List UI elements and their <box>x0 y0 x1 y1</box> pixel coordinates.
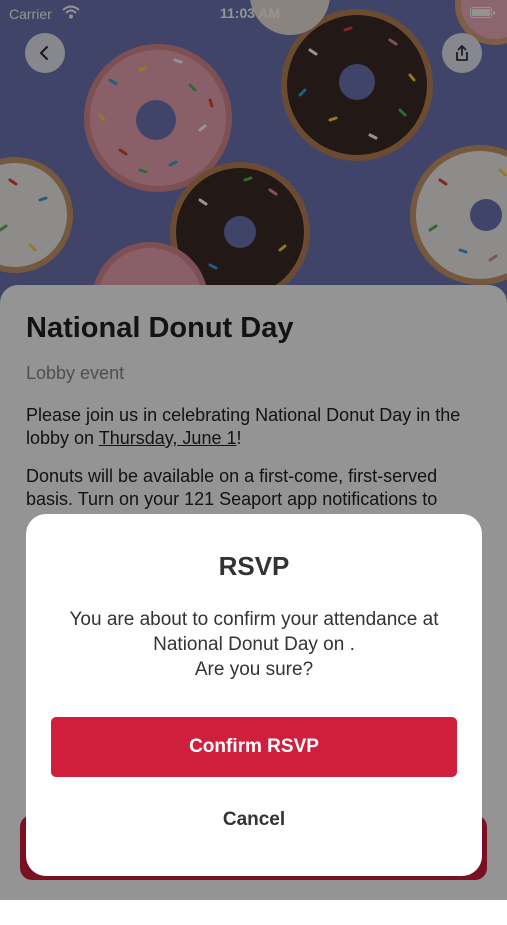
confirm-rsvp-button[interactable]: Confirm RSVP <box>51 717 457 777</box>
rsvp-dialog: RSVP You are about to confirm your atten… <box>26 514 482 876</box>
dialog-message-line: You are about to confirm your attendance… <box>69 609 439 630</box>
dialog-message-line: National Donut Day on . <box>153 634 355 655</box>
cancel-button[interactable]: Cancel <box>176 802 332 838</box>
dialog-message-line: Are you sure? <box>194 659 314 680</box>
dialog-title: RSVP <box>218 551 290 581</box>
dialog-message: You are about to confirm your attendance… <box>36 607 472 682</box>
